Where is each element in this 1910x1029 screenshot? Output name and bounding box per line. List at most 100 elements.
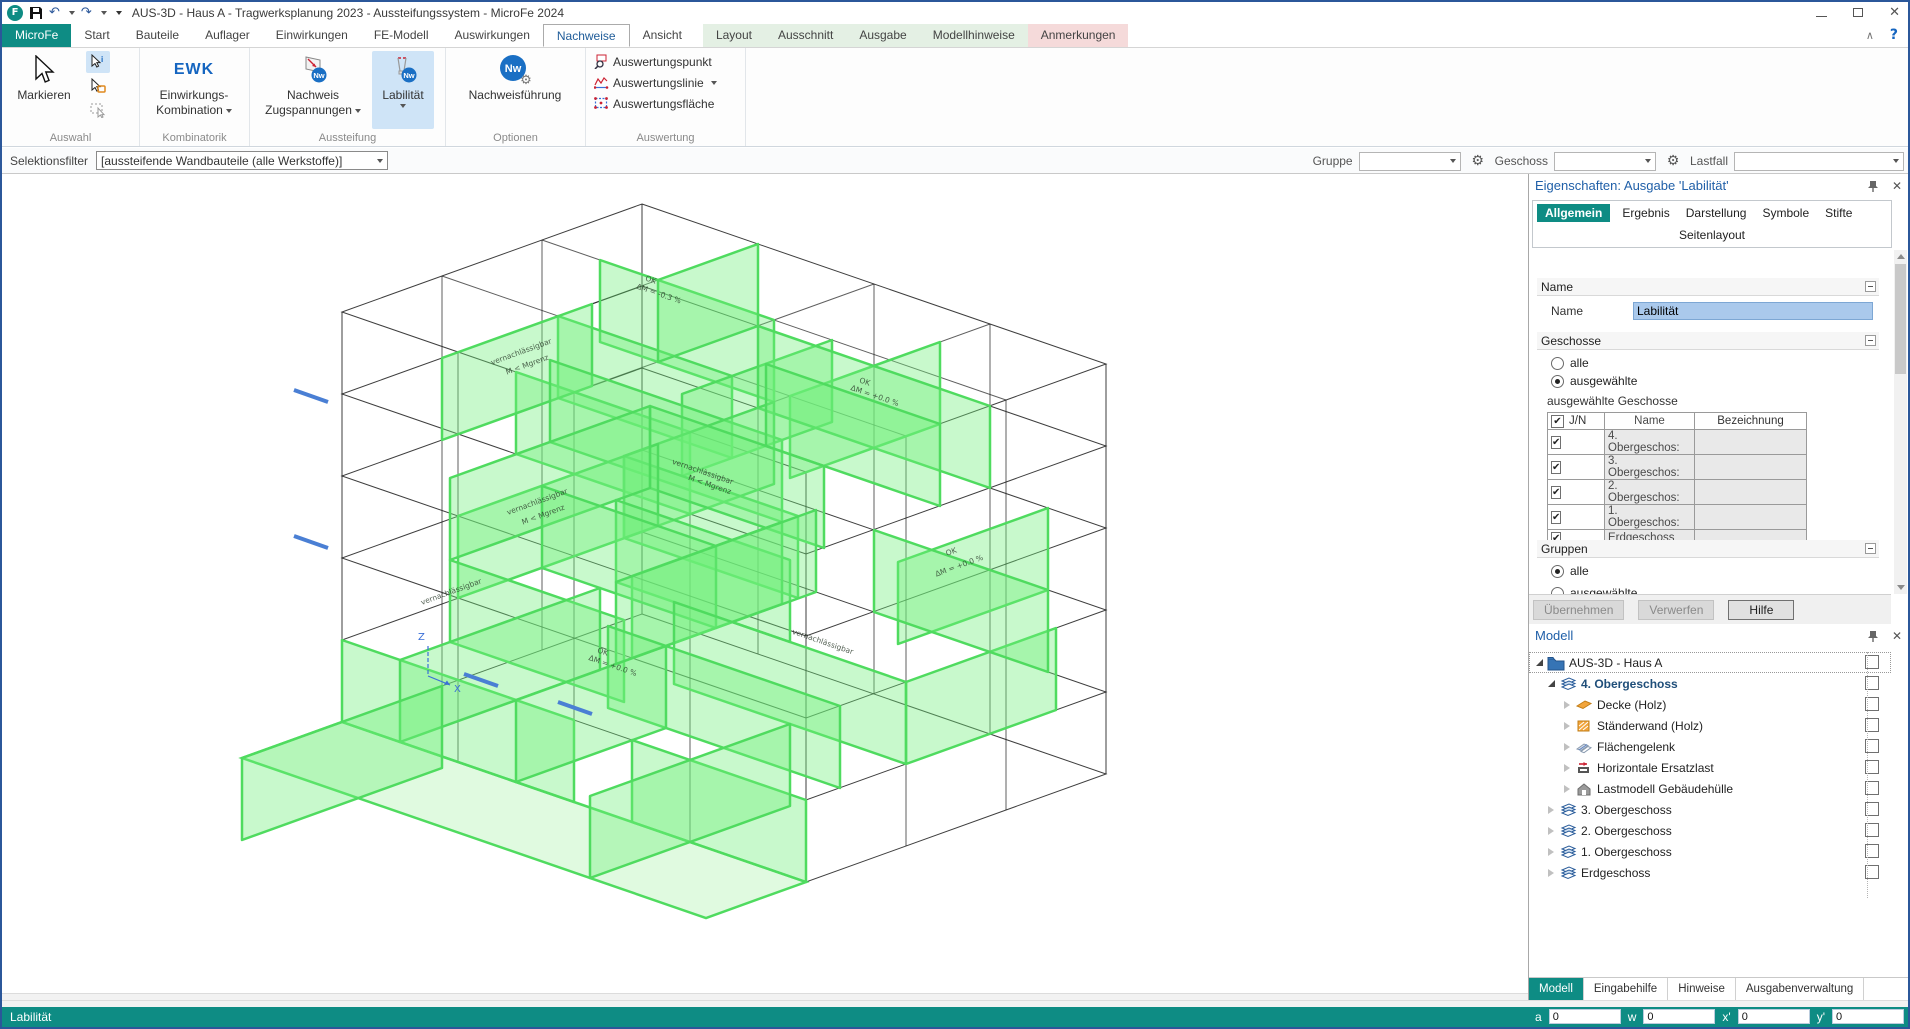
save-icon[interactable]	[29, 6, 43, 20]
scrollbar-thumb[interactable]	[1895, 264, 1906, 374]
tree-collapsed-icon[interactable]	[1561, 764, 1573, 772]
tree-collapsed-icon[interactable]	[1545, 848, 1557, 856]
coord-y-input[interactable]	[1832, 1009, 1904, 1024]
prop-tab-darstellung[interactable]: Darstellung	[1678, 203, 1755, 223]
prop-tab-seitenlayout[interactable]: Seitenlayout	[1671, 225, 1753, 245]
maximize-button[interactable]	[1853, 8, 1863, 17]
pin-icon[interactable]	[1868, 180, 1878, 193]
collapse-ribbon-icon[interactable]: ∧	[1866, 29, 1874, 42]
tree-collapsed-icon[interactable]	[1561, 785, 1573, 793]
tab-auflager[interactable]: Auflager	[192, 24, 263, 47]
nachweisfuehrung-button[interactable]: Nw ⚙ Nachweisführung	[450, 51, 580, 129]
tree-collapsed-icon[interactable]	[1561, 722, 1573, 730]
prop-tab-ergebnis[interactable]: Ergebnis	[1614, 203, 1677, 223]
tab-auswirkungen[interactable]: Auswirkungen	[442, 24, 543, 47]
help-icon[interactable]: ?	[1890, 27, 1898, 43]
minimize-button[interactable]	[1816, 16, 1827, 17]
collapse-section-icon[interactable]	[1865, 543, 1876, 554]
tree-collapsed-icon[interactable]	[1545, 806, 1557, 814]
row-checkbox[interactable]: ✔	[1551, 511, 1561, 524]
scroll-down-icon[interactable]	[1894, 581, 1907, 594]
customize-toolbar-icon[interactable]	[116, 11, 122, 15]
collapse-section-icon[interactable]	[1865, 281, 1876, 292]
tree-item-flaechengelenk[interactable]: Flächengelenk	[1529, 736, 1891, 757]
tree-item-4og[interactable]: 4. Obergeschoss	[1529, 673, 1891, 694]
tree-expanded-icon[interactable]	[1533, 659, 1545, 666]
tree-item-3og[interactable]: 3. Obergeschoss	[1529, 799, 1891, 820]
auswertungslinie-button[interactable]: Auswertungslinie	[590, 72, 741, 93]
hilfe-button[interactable]: Hilfe	[1728, 600, 1794, 620]
auswertungspunkt-button[interactable]: Auswertungspunkt	[590, 51, 741, 72]
coord-a-input[interactable]	[1549, 1009, 1621, 1024]
zugspannungen-dropdown-icon[interactable]	[355, 109, 361, 113]
coord-w-input[interactable]	[1643, 1009, 1715, 1024]
gruppen-ausgewaehlte-radio[interactable]	[1551, 587, 1564, 595]
pin-icon[interactable]	[1868, 630, 1878, 643]
tab-fe-modell[interactable]: FE-Modell	[361, 24, 442, 47]
geschosse-ausgewaehlte-radio[interactable]	[1551, 375, 1564, 388]
coord-x-input[interactable]	[1738, 1009, 1810, 1024]
tree-item-eg[interactable]: Erdgeschoss	[1529, 862, 1891, 883]
uebernehmen-button[interactable]: Übernehmen	[1533, 600, 1624, 620]
row-checkbox[interactable]: ✔	[1551, 486, 1561, 499]
scroll-up-icon[interactable]	[1894, 250, 1907, 263]
geschoss-gear-button[interactable]: ⚙	[1662, 151, 1684, 171]
tab-ausschnitt[interactable]: Ausschnitt	[765, 24, 846, 47]
labilitaet-button[interactable]: Nw Labilität	[372, 51, 434, 129]
tree-item-lastmodell[interactable]: Lastmodell Gebäudehülle	[1529, 778, 1891, 799]
collapse-section-icon[interactable]	[1865, 335, 1876, 346]
tree-item-ersatzlast[interactable]: Horizontale Ersatzlast	[1529, 757, 1891, 778]
selektionsfilter-dropdown[interactable]: [aussteifende Wandbauteile (alle Werksto…	[96, 151, 388, 170]
tree-item-1og[interactable]: 1. Obergeschoss	[1529, 841, 1891, 862]
prop-tab-stifte[interactable]: Stifte	[1817, 203, 1860, 223]
tab-ansicht[interactable]: Ansicht	[630, 24, 695, 47]
lastfall-dropdown[interactable]	[1734, 152, 1904, 171]
tree-item-root[interactable]: AUS-3D - Haus A	[1529, 652, 1891, 673]
tree-collapsed-icon[interactable]	[1561, 701, 1573, 709]
redo-dropdown-icon[interactable]	[101, 11, 107, 15]
properties-scrollbar[interactable]	[1894, 250, 1907, 594]
close-button[interactable]: ✕	[1889, 5, 1900, 20]
select-info-button[interactable]: i	[86, 51, 110, 73]
modell-close-icon[interactable]: ✕	[1892, 629, 1902, 643]
gruppe-dropdown[interactable]	[1359, 152, 1461, 171]
tab-microfe[interactable]: MicroFe	[2, 24, 71, 47]
name-input[interactable]	[1633, 302, 1873, 320]
tab-bauteile[interactable]: Bauteile	[123, 24, 192, 47]
select-special-button[interactable]	[86, 75, 110, 97]
select-all-checkbox[interactable]: ✔	[1551, 415, 1564, 428]
auswertungsflaeche-button[interactable]: Auswertungsfläche	[590, 93, 741, 114]
tab-nachweise[interactable]: Nachweise	[543, 24, 630, 47]
3d-viewport[interactable]: OK ΔM = -0.3 % vernachlässigbar M < Mgre…	[2, 174, 1529, 1000]
auswertungslinie-dropdown-icon[interactable]	[711, 81, 717, 85]
geschosse-alle-radio[interactable]	[1551, 357, 1564, 370]
einwirkungs-kombination-button[interactable]: EWK Einwirkungs- Kombination	[144, 51, 244, 129]
undo-icon[interactable]: ↶	[49, 6, 60, 20]
tab-einwirkungen[interactable]: Einwirkungen	[263, 24, 361, 47]
tab-layout[interactable]: Layout	[703, 24, 765, 47]
tab-modellhinweise[interactable]: Modellhinweise	[920, 24, 1028, 47]
geschoss-dropdown[interactable]	[1554, 152, 1656, 171]
verwerfen-button[interactable]: Verwerfen	[1638, 600, 1714, 620]
tree-collapsed-icon[interactable]	[1545, 827, 1557, 835]
tab-start[interactable]: Start	[71, 24, 122, 47]
prop-tab-symbole[interactable]: Symbole	[1754, 203, 1817, 223]
redo-icon[interactable]: ↷	[81, 6, 92, 20]
viewport-hscrollbar[interactable]	[2, 993, 1528, 1000]
tree-item-decke[interactable]: Decke (Holz)	[1529, 694, 1891, 715]
tree-expanded-icon[interactable]	[1545, 680, 1557, 687]
tree-collapsed-icon[interactable]	[1545, 869, 1557, 877]
tree-item-2og[interactable]: 2. Obergeschoss	[1529, 820, 1891, 841]
ewk-dropdown-icon[interactable]	[226, 109, 232, 113]
tab-anmerkungen[interactable]: Anmerkungen	[1028, 24, 1129, 47]
select-rect-button[interactable]	[86, 99, 110, 121]
tree-collapsed-icon[interactable]	[1561, 743, 1573, 751]
nachweis-zugspannungen-button[interactable]: Nw Nachweis Zugspannungen	[254, 51, 372, 129]
tab-ausgabe[interactable]: Ausgabe	[846, 24, 919, 47]
labilitaet-dropdown-icon[interactable]	[400, 104, 406, 108]
properties-close-icon[interactable]: ✕	[1892, 179, 1902, 193]
gruppe-gear-button[interactable]: ⚙	[1467, 151, 1489, 171]
prop-tab-allgemein[interactable]: Allgemein	[1537, 204, 1610, 222]
undo-dropdown-icon[interactable]	[69, 11, 75, 15]
row-checkbox[interactable]: ✔	[1551, 461, 1561, 474]
